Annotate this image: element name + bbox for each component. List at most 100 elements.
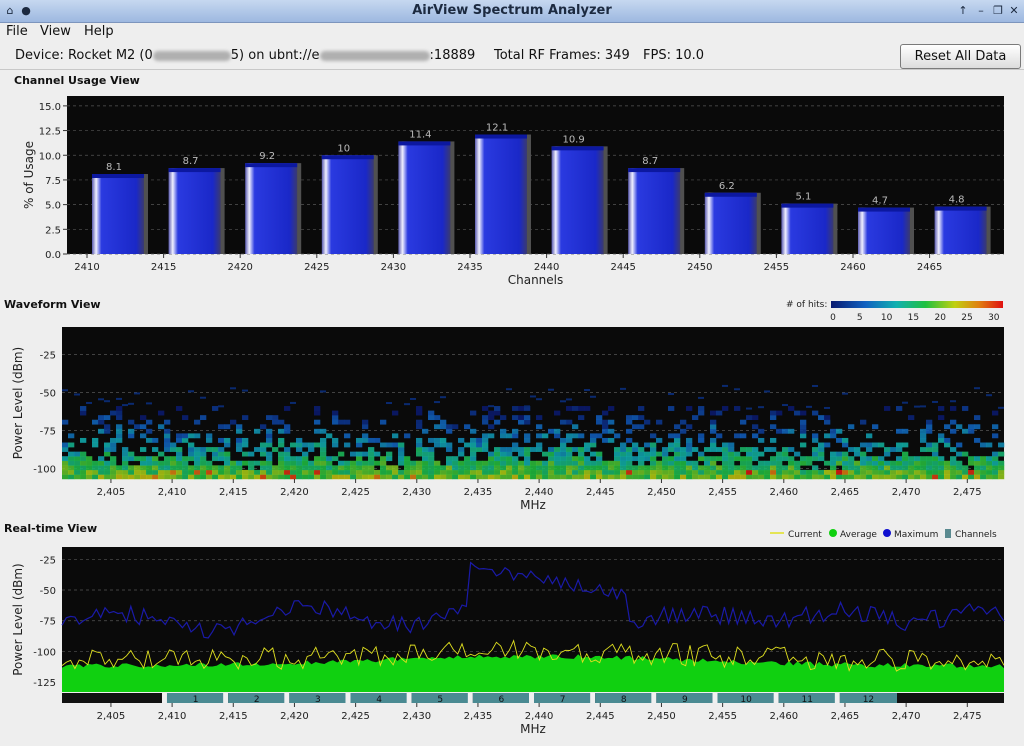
heat-cell: [398, 474, 405, 480]
heat-cell: [968, 456, 975, 462]
reset-all-data-button[interactable]: Reset All Data: [900, 44, 1021, 69]
heat-cell: [854, 460, 861, 466]
heat-cell: [458, 437, 465, 443]
heat-cell: [848, 456, 855, 462]
heat-cell: [824, 419, 831, 425]
x-tick-label: 2,430: [402, 487, 431, 498]
x-tick-label: 2,445: [586, 711, 615, 722]
y-axis-label: Power Level (dBm): [11, 347, 25, 460]
heat-cell: [416, 424, 423, 430]
heat-cell: [476, 474, 483, 480]
heat-cell: [674, 433, 681, 439]
maximize-icon[interactable]: ❐: [991, 4, 1005, 18]
heat-cell: [560, 419, 567, 425]
minimize-icon[interactable]: –: [974, 4, 988, 18]
heat-cell: [98, 465, 105, 471]
heat-cell: [74, 474, 81, 480]
menu-help[interactable]: Help: [84, 24, 114, 39]
heat-cell: [500, 465, 507, 471]
heat-cell: [656, 460, 663, 466]
heat-cell: [710, 428, 717, 434]
heat-cell: [200, 451, 207, 457]
average-swatch: [829, 529, 837, 537]
heat-cell: [830, 465, 837, 471]
heat-cell: [566, 447, 573, 452]
heat-cell: [824, 415, 831, 421]
heat-cell: [332, 415, 339, 421]
heat-cell: [668, 460, 675, 466]
x-tick-label: 2,435: [464, 711, 493, 722]
heat-cell: [452, 456, 459, 462]
heat-cell: [782, 404, 788, 407]
usage-bar: [628, 168, 681, 254]
heat-cell: [650, 442, 657, 448]
heat-cell: [572, 456, 579, 462]
heat-cell: [380, 465, 387, 471]
heat-cell: [104, 428, 111, 434]
heat-cell: [860, 419, 867, 425]
heat-cell: [674, 442, 681, 448]
heat-cell: [302, 442, 309, 448]
heat-cell: [410, 469, 417, 475]
heat-cell: [722, 451, 729, 457]
heat-cell: [722, 465, 729, 471]
heat-cell: [482, 433, 489, 439]
heat-cell: [608, 469, 615, 475]
heat-cell: [116, 415, 123, 421]
heat-cell: [740, 447, 747, 452]
heat-cell: [194, 460, 201, 466]
heat-cell: [350, 451, 357, 457]
heat-cell: [740, 419, 747, 425]
heat-cell: [404, 456, 411, 462]
heat-cell: [278, 442, 285, 448]
heat-cell: [272, 415, 279, 421]
heat-cell: [428, 451, 435, 457]
x-axis-label: Channels: [508, 273, 564, 287]
heat-cell: [152, 474, 159, 480]
heat-cell: [992, 456, 999, 462]
heat-cell: [440, 437, 447, 443]
heat-cell: [992, 460, 999, 466]
heat-cell: [830, 460, 837, 466]
heat-cell: [956, 469, 963, 475]
heat-cell: [560, 447, 567, 452]
heat-cell: [620, 474, 627, 480]
heat-cell: [812, 384, 818, 387]
heat-cell: [956, 474, 963, 480]
close-icon[interactable]: ✕: [1007, 4, 1021, 18]
heat-cell: [176, 456, 183, 462]
heat-cell: [680, 465, 687, 471]
heat-cell: [752, 469, 759, 475]
heat-cell: [536, 469, 543, 475]
heat-cell: [104, 451, 111, 457]
heat-cell: [962, 428, 969, 434]
heat-cell: [770, 460, 777, 466]
heat-cell: [524, 447, 531, 452]
heat-cell: [356, 451, 363, 457]
heat-cell: [812, 437, 819, 443]
channel-label: 2: [254, 695, 260, 705]
heat-cell: [782, 428, 789, 434]
heat-cell: [320, 469, 327, 475]
heat-cell: [434, 442, 441, 448]
heat-cell: [998, 469, 1005, 475]
menu-view[interactable]: View: [40, 24, 71, 39]
heat-cell: [206, 474, 213, 480]
heat-cell: [206, 433, 213, 439]
heat-cell: [554, 433, 561, 439]
menu-file[interactable]: File: [6, 24, 28, 39]
x-tick-label: 2,415: [219, 711, 248, 722]
device-prefix: Device: Rocket M2 (0: [15, 48, 153, 63]
heat-cell: [416, 465, 423, 471]
waveform-title: Waveform View: [4, 298, 101, 311]
heat-cell: [272, 419, 279, 425]
heat-cell: [650, 465, 657, 471]
heat-cell: [548, 388, 554, 391]
always-on-top-icon[interactable]: ↑: [956, 4, 970, 18]
heat-cell: [200, 415, 207, 421]
heat-cell: [164, 474, 171, 480]
heat-cell: [422, 474, 429, 480]
heat-cell: [938, 460, 945, 466]
heat-cell: [350, 460, 357, 466]
heat-cell: [992, 474, 999, 480]
